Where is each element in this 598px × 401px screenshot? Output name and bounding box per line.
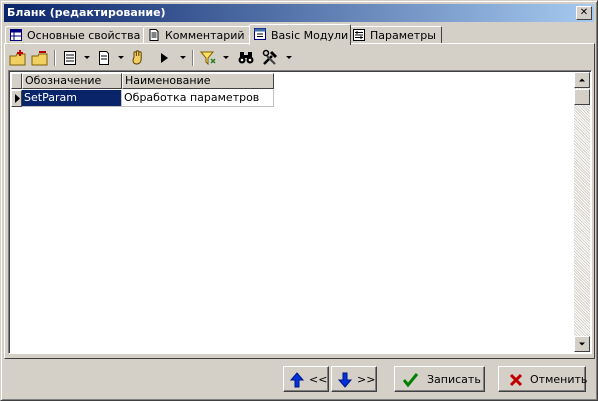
- title-bar[interactable]: Бланк (редактирование) ✕: [4, 4, 594, 22]
- column-header-name[interactable]: Наименование: [122, 73, 274, 89]
- tools-icon: [262, 49, 278, 65]
- document-icon: [149, 29, 159, 41]
- remove-folder-icon: [31, 51, 48, 66]
- add-button[interactable]: [9, 49, 27, 67]
- toolbar: [5, 47, 593, 69]
- params-icon: [353, 29, 365, 41]
- run-icon: [161, 53, 168, 63]
- modules-grid[interactable]: Обозначение Наименование SetParam Обрабо…: [8, 70, 592, 354]
- chevron-down-icon[interactable]: [118, 56, 124, 59]
- tab-comment[interactable]: Комментарий: [143, 26, 252, 44]
- row-indicator-header: [11, 73, 22, 89]
- list-button[interactable]: [61, 49, 79, 67]
- chevron-up-icon: [579, 78, 585, 82]
- page-button[interactable]: [95, 49, 113, 67]
- hand-button[interactable]: [129, 49, 147, 67]
- save-button[interactable]: Записать: [394, 366, 485, 392]
- table-cell[interactable]: Обработка параметров: [122, 90, 274, 107]
- arrow-down-icon: [338, 372, 352, 388]
- scroll-up-button[interactable]: [574, 72, 590, 88]
- cancel-button[interactable]: Отменить: [498, 366, 588, 392]
- save-label: Записать: [427, 373, 481, 386]
- list-icon: [64, 51, 76, 65]
- checkmark-icon: [403, 373, 419, 388]
- chevron-down-icon[interactable]: [223, 56, 229, 59]
- tab-label: Основные свойства: [27, 29, 141, 42]
- scroll-thumb[interactable]: [574, 89, 590, 105]
- module-icon: [254, 28, 266, 40]
- row-indicator: [11, 90, 22, 107]
- vertical-scrollbar[interactable]: [574, 72, 590, 352]
- previous-record-button[interactable]: <<: [283, 366, 329, 392]
- cancel-label: Отменить: [530, 373, 588, 386]
- tools-button[interactable]: [261, 49, 279, 67]
- next-record-button[interactable]: >>: [331, 366, 377, 392]
- chevron-down-icon[interactable]: [180, 56, 186, 59]
- dialog-window: Бланк (редактирование) ✕ Основные свойст…: [0, 0, 598, 401]
- table-cell[interactable]: SetParam: [22, 90, 122, 107]
- chevron-down-icon[interactable]: [286, 56, 292, 59]
- current-row-arrow-icon: [15, 94, 20, 103]
- cross-icon: [509, 373, 523, 387]
- tab-label: Параметры: [370, 29, 436, 42]
- close-icon: ✕: [579, 7, 589, 18]
- toolbar-separator: [192, 50, 194, 66]
- add-folder-icon: [9, 50, 26, 66]
- search-button[interactable]: [237, 49, 255, 67]
- chevron-down-icon: [579, 342, 585, 346]
- chevron-down-icon[interactable]: [84, 56, 90, 59]
- filter-icon: [199, 51, 216, 66]
- page-icon: [99, 51, 109, 65]
- window-title: Бланк (редактирование): [7, 6, 166, 19]
- tab-label: Basic Модули: [271, 29, 349, 42]
- next-record-label: >>: [357, 373, 376, 386]
- scroll-down-button[interactable]: [574, 336, 590, 352]
- table-icon: [10, 29, 22, 41]
- tab-parameters[interactable]: Параметры: [348, 26, 442, 44]
- toolbar-separator: [54, 50, 56, 66]
- run-button[interactable]: [155, 49, 173, 67]
- tab-main-properties[interactable]: Основные свойства: [5, 26, 144, 44]
- previous-record-label: <<: [309, 373, 328, 386]
- filter-button[interactable]: [199, 49, 217, 67]
- tab-label: Комментарий: [165, 29, 245, 42]
- tab-basic-modules[interactable]: Basic Модули: [249, 24, 351, 45]
- arrow-up-icon: [290, 372, 304, 388]
- remove-button[interactable]: [31, 49, 49, 67]
- close-button[interactable]: ✕: [576, 6, 592, 20]
- binoculars-icon: [238, 52, 254, 64]
- column-header-designation[interactable]: Обозначение: [22, 73, 122, 89]
- hand-icon: [132, 50, 142, 65]
